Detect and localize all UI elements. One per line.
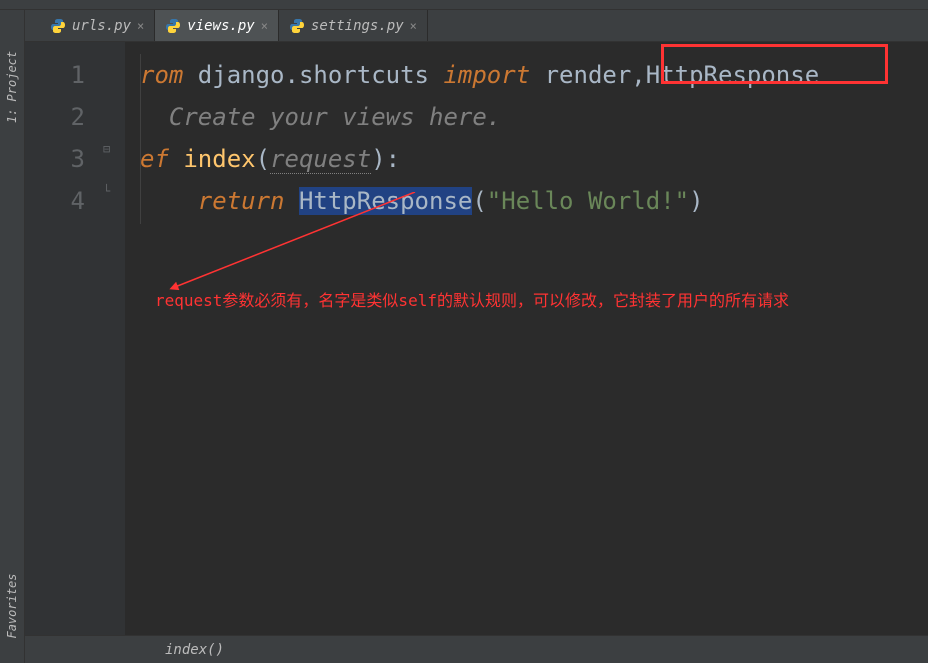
tab-settings[interactable]: settings.py × <box>279 10 428 41</box>
breadcrumb-bar[interactable]: index() <box>25 635 928 663</box>
python-file-icon <box>50 18 66 34</box>
tab-label: urls.py <box>72 18 131 34</box>
code-text-area[interactable]: rom django.shortcuts import render,HttpR… <box>125 42 928 635</box>
python-file-icon <box>289 18 305 34</box>
annotation-text: request参数必须有，名字是类似self的默认规则，可以修改，它封装了用户的… <box>155 288 789 314</box>
close-icon[interactable]: × <box>137 19 144 33</box>
close-icon[interactable]: × <box>410 19 417 33</box>
main-area: 1: Project Favorites urls.py × views.py … <box>0 10 928 663</box>
tabs-bar: urls.py × views.py × settings.py × <box>25 10 928 42</box>
editor-content[interactable]: 1 2 3 4 ⊟ └ rom django.shortcuts import … <box>25 42 928 635</box>
code-line-4: return HttpResponse("Hello World!") <box>140 180 923 222</box>
favorites-tool-tab[interactable]: Favorites <box>5 573 19 638</box>
close-icon[interactable]: × <box>261 19 268 33</box>
line-number: 1 <box>25 54 85 96</box>
line-number-gutter: 1 2 3 4 <box>25 42 95 635</box>
top-toolbar <box>0 0 928 10</box>
indent-guide <box>140 54 141 224</box>
code-line-2: Create your views here. <box>140 96 923 138</box>
tab-label: settings.py <box>311 18 404 34</box>
fold-gutter: ⊟ └ <box>95 42 125 635</box>
breadcrumb-function[interactable]: index() <box>165 642 224 658</box>
editor-area: urls.py × views.py × settings.py × 1 <box>25 10 928 663</box>
line-number: 4 <box>25 180 85 222</box>
fold-indicator-icon[interactable]: ⊟ <box>103 142 117 156</box>
tab-urls[interactable]: urls.py × <box>40 10 155 41</box>
left-tool-gutter: 1: Project Favorites <box>0 10 25 663</box>
fold-end-icon: └ <box>103 184 117 198</box>
code-line-3: ef index(request): <box>140 138 923 180</box>
python-file-icon <box>165 18 181 34</box>
line-number: 2 <box>25 96 85 138</box>
code-line-1: rom django.shortcuts import render,HttpR… <box>140 54 923 96</box>
tab-views[interactable]: views.py × <box>155 10 279 41</box>
tab-label: views.py <box>187 18 254 34</box>
project-tool-tab[interactable]: 1: Project <box>5 51 19 123</box>
line-number: 3 <box>25 138 85 180</box>
